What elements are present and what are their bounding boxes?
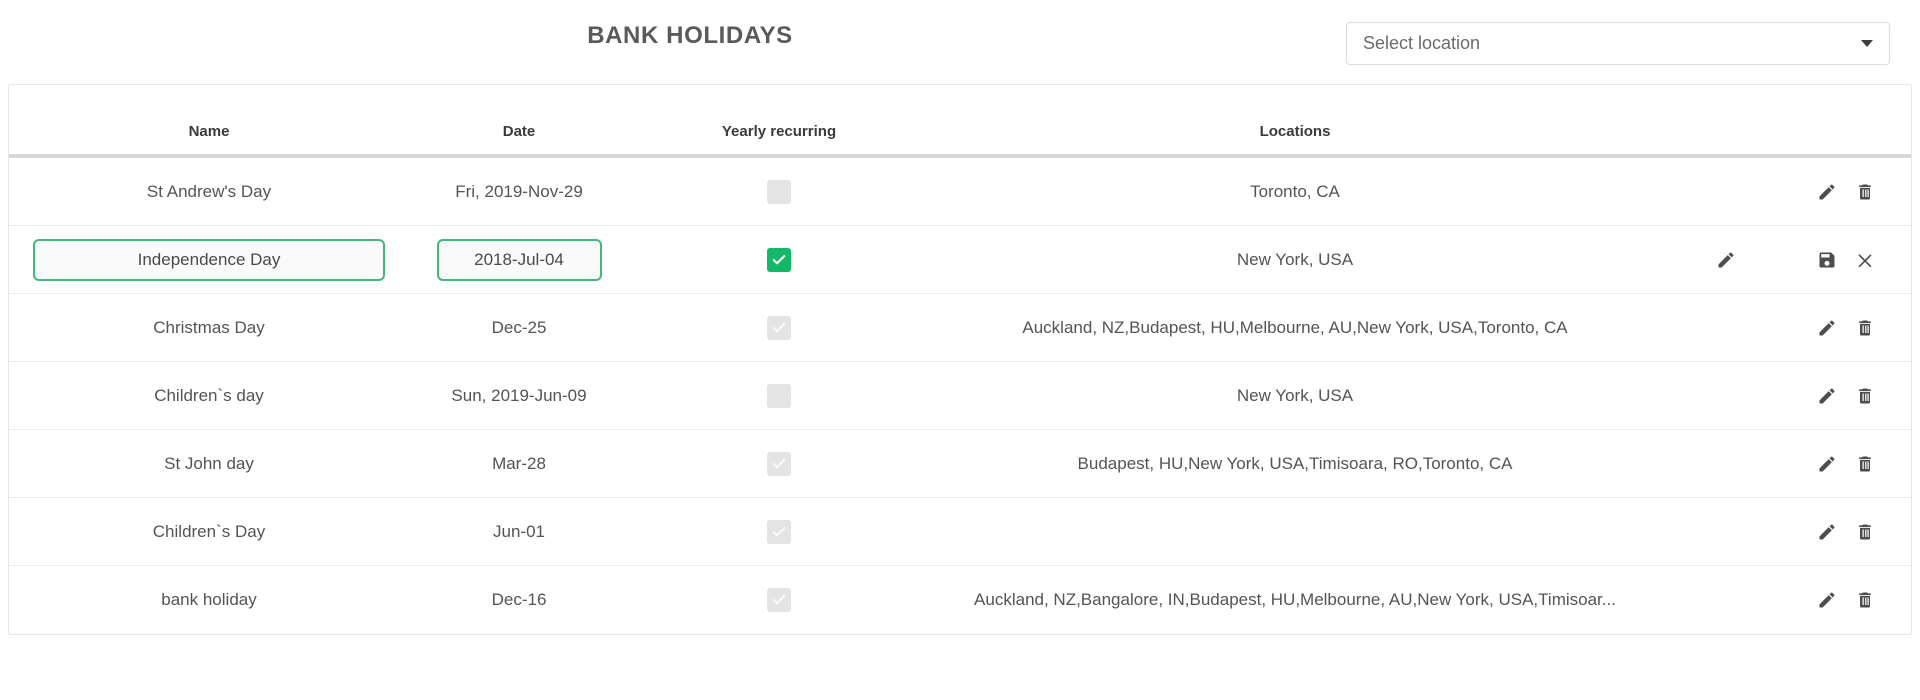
location-select-placeholder: Select location	[1363, 33, 1481, 53]
cell-name: St Andrew's Day	[146, 181, 272, 201]
delete-row-button[interactable]	[1855, 522, 1875, 542]
cell-locations: Auckland, NZ,Budapest, HU,Melbourne, AU,…	[1022, 317, 1568, 337]
cell-actions	[1791, 182, 1911, 202]
edit-row-button[interactable]	[1817, 590, 1837, 610]
edit-row-button[interactable]	[1817, 386, 1837, 406]
cell-name	[9, 238, 409, 281]
cancel-edit-button[interactable]	[1855, 250, 1875, 270]
cell-yearly-recurring	[629, 247, 929, 272]
column-header-yearly-recurring: Yearly recurring	[721, 123, 837, 140]
cell-name: Christmas Day	[153, 317, 265, 337]
column-header-name: Name	[188, 123, 230, 140]
cell-date: Fri, 2019-Nov-29	[455, 181, 583, 201]
cell-name: St John day	[164, 453, 254, 473]
cell-actions	[1791, 318, 1911, 338]
cell-yearly-recurring	[629, 451, 929, 476]
edit-row-button[interactable]	[1817, 522, 1837, 542]
cell-locations: New York, USA	[1236, 385, 1354, 405]
cell-yearly-recurring	[629, 519, 929, 544]
cell-date: Dec-16	[491, 590, 547, 609]
cell-date: Dec-25	[491, 317, 547, 337]
delete-row-button[interactable]	[1855, 386, 1875, 406]
recurring-checkbox	[767, 383, 791, 408]
page-title: BANK HOLIDAYS	[587, 22, 793, 49]
location-select-dropdown[interactable]: Select location	[1346, 22, 1890, 65]
delete-row-button[interactable]	[1855, 182, 1875, 202]
cell-yearly-recurring	[629, 383, 929, 408]
cell-yearly-recurring	[629, 588, 929, 612]
column-header-spacer-1	[1661, 140, 1791, 154]
delete-row-button[interactable]	[1855, 590, 1875, 610]
column-header-locations: Locations	[1259, 123, 1331, 140]
cell-yearly-recurring	[629, 179, 929, 204]
cell-name: Children`s day	[154, 385, 264, 405]
recurring-checkbox	[767, 519, 791, 544]
delete-row-button[interactable]	[1855, 318, 1875, 338]
table-body: St Andrew's Day Fri, 2019-Nov-29 Toronto, …	[9, 158, 1911, 634]
save-row-button[interactable]	[1817, 250, 1837, 270]
cell-name: bank holiday	[161, 590, 257, 609]
cell-date	[409, 238, 629, 281]
cell-locations: Toronto, CA	[1250, 181, 1340, 201]
edit-row-button[interactable]	[1817, 454, 1837, 474]
table-row: St Andrew's Day Fri, 2019-Nov-29 Toronto, …	[9, 158, 1911, 226]
cell-actions	[1791, 250, 1911, 270]
cell-actions	[1791, 590, 1911, 610]
name-input[interactable]	[33, 238, 385, 281]
cell-name: Children`s Day	[152, 521, 266, 541]
edit-locations-icon[interactable]	[1716, 250, 1736, 270]
cell-locations-edit	[1661, 250, 1791, 270]
edit-row-button[interactable]	[1817, 182, 1837, 202]
cell-date: Sun, 2019-Jun-09	[451, 385, 587, 405]
delete-row-button[interactable]	[1855, 454, 1875, 474]
cell-locations: New York, USA	[1236, 249, 1354, 269]
cell-actions	[1791, 522, 1911, 542]
page-header: BANK HOLIDAYS Select location	[0, 0, 1920, 84]
table-row: Children`s day Sun, 2019-Jun-09 New York, …	[9, 362, 1911, 430]
table-row: New York, USA	[9, 226, 1911, 294]
recurring-checkbox	[767, 179, 791, 204]
table-row: Children`s Day Jun-01	[9, 498, 1911, 566]
cell-yearly-recurring	[629, 315, 929, 340]
cell-locations: Budapest, HU,New York, USA,Timisoara, RO…	[1077, 453, 1513, 473]
table-row: St John day Mar-28 Budapest, HU,New York, …	[9, 430, 1911, 498]
table-header-row: Name Date Yearly recurring Locations	[9, 85, 1911, 158]
recurring-checkbox	[767, 451, 791, 476]
recurring-checkbox	[767, 315, 791, 340]
column-header-date: Date	[502, 123, 536, 140]
date-input[interactable]	[436, 238, 602, 281]
cell-actions	[1791, 386, 1911, 406]
recurring-checkbox[interactable]	[767, 247, 791, 272]
holidays-table: Name Date Yearly recurring Locations St …	[8, 84, 1912, 635]
cell-locations: Auckland, NZ,Bangalore, IN,Budapest, HU,…	[974, 590, 1616, 609]
edit-row-button[interactable]	[1817, 318, 1837, 338]
table-row: bank holiday Dec-16 Auckland, NZ,Bangalore…	[9, 566, 1911, 634]
bank-holidays-page: BANK HOLIDAYS Select location Name Date …	[0, 0, 1920, 700]
cell-date: Mar-28	[492, 453, 546, 473]
cell-date: Jun-01	[493, 521, 545, 541]
cell-actions	[1791, 454, 1911, 474]
recurring-checkbox	[767, 588, 791, 612]
table-row: Christmas Day Dec-25 Auckland, NZ,Budapest…	[9, 294, 1911, 362]
column-header-actions	[1791, 140, 1911, 154]
chevron-down-icon	[1861, 40, 1873, 47]
